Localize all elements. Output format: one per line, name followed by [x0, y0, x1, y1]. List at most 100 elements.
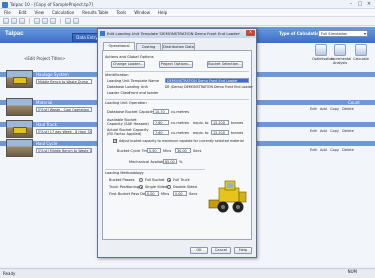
calculate-button[interactable]: Calculate: [352, 44, 370, 66]
help-button[interactable]: Help: [234, 247, 252, 254]
db-bucket-cap-input[interactable]: 10.70: [153, 109, 169, 114]
tab-costing-data[interactable]: Costing Data: [136, 43, 161, 55]
haul-cycle-add-button[interactable]: Add: [320, 148, 327, 152]
haul-cycle-label: Haul Cycle: [36, 141, 58, 146]
double-sided-radio[interactable]: [167, 185, 171, 189]
material-delete-button[interactable]: Delete: [342, 107, 354, 111]
haul-truck-add-button[interactable]: Add: [320, 129, 327, 133]
menu-window[interactable]: Window: [134, 10, 150, 15]
avail-tonnes-input[interactable]: 15.200: [211, 120, 229, 125]
cycle-time-secs-units: Secs: [193, 149, 202, 153]
menu-file[interactable]: File: [4, 10, 11, 15]
window-title: Talpac 10 - [Copy of SampleProject.tp7]: [10, 1, 93, 7]
loader-class-label: Loader Class: [107, 91, 130, 95]
haul-cycle-delete-button[interactable]: Delete: [342, 148, 354, 152]
mech-avail-units: %: [179, 160, 183, 164]
db-loader-label: Database Loading Unit: [107, 85, 148, 89]
menu-calculation[interactable]: Calculation: [52, 10, 74, 15]
help-icon[interactable]: [73, 18, 79, 24]
haul-truck-edit-button[interactable]: Edit: [310, 129, 317, 133]
actual-bucket-units: cu.metres: [171, 131, 189, 135]
haul-cycle-actions: Edit Add Copy Delete: [310, 148, 354, 152]
close-button[interactable]: ×: [365, 1, 373, 7]
material-add-button[interactable]: Add: [320, 107, 327, 111]
actual-bucket-input[interactable]: 7.60: [153, 130, 169, 135]
menu-tools[interactable]: Tools: [116, 10, 126, 15]
first-pass-mins-units: Mins: [161, 192, 170, 196]
haul-truck-copy-button[interactable]: Copy: [330, 129, 339, 133]
cycle-time-mins-input[interactable]: 5.50: [147, 148, 161, 153]
db-bucket-cap-units: cu.metres: [171, 110, 189, 114]
avail-bucket-input[interactable]: 7.60: [153, 120, 169, 125]
double-sided-label: Double Sided: [173, 185, 197, 189]
menu-edit[interactable]: Edit: [19, 10, 27, 15]
count-label: Count: [348, 100, 360, 105]
avail-bucket-label: Available Bucket Capacity (SAE Heaped): [107, 118, 149, 126]
dialog-close-button[interactable]: ×: [246, 30, 255, 36]
bucket-selection-button[interactable]: Bucket Selection...: [207, 61, 243, 68]
change-loader-button[interactable]: Change Loader...: [111, 61, 145, 68]
haul-truck-label: Haul Truck: [36, 122, 57, 127]
single-sided-radio[interactable]: [139, 185, 143, 189]
open-icon[interactable]: [11, 18, 17, 24]
haul-cycle-copy-button[interactable]: Copy: [330, 148, 339, 152]
haul-cycle-field[interactable]: [F/Lst] Middle Bench to Waste Dump: [36, 148, 92, 153]
divider: [105, 169, 205, 170]
methodology-group-label: Loading Methodology: [105, 171, 144, 175]
menu-results-table[interactable]: Results Table: [82, 10, 108, 15]
incremental-analysis-icon: [334, 44, 346, 56]
ok-button[interactable]: OK: [190, 247, 208, 254]
status-text: Ready: [3, 271, 16, 276]
adjust-bucket-checkbox[interactable]: ✓: [113, 139, 117, 143]
first-pass-secs-input[interactable]: 0.00: [173, 191, 187, 196]
maximize-button[interactable]: □: [356, 1, 364, 7]
menu-help[interactable]: Help: [158, 10, 167, 15]
haul-cycle-image: [6, 139, 33, 157]
project-options-button[interactable]: Project Options...: [159, 61, 193, 68]
tab-operational-data[interactable]: Operational Data: [103, 42, 135, 54]
full-truck-radio[interactable]: [167, 178, 171, 182]
loader-class-value: Front end loader: [129, 91, 159, 95]
haulage-field[interactable]: Middle Bench to Waste Dump: [36, 79, 92, 84]
cycle-time-mins-units: Mins: [163, 149, 172, 153]
actual-tonnes-input[interactable]: 15.200: [211, 130, 229, 135]
optimisation-button[interactable]: Optimisation: [312, 44, 334, 66]
minimize-button[interactable]: –: [347, 1, 355, 7]
app-icon: [2, 1, 8, 8]
cut-icon[interactable]: [34, 18, 40, 24]
identification-label: Identification: [105, 73, 129, 77]
num-lock-indicator: NUM: [347, 269, 357, 274]
copy-icon[interactable]: [42, 18, 48, 24]
calc-type-select[interactable]: Full Simulation: [318, 30, 368, 37]
full-bucket-radio[interactable]: [139, 178, 143, 182]
tab-distribution-data[interactable]: Distribution Data: [162, 43, 195, 50]
haul-truck-field[interactable]: [F/Lst] 17 day Week - 8 Hour Shift: [36, 129, 92, 134]
haul-truck-delete-button[interactable]: Delete: [342, 129, 354, 133]
dialog-title-bar: Edit Loading Unit Template 'DEMONSTRATIO…: [98, 29, 256, 38]
first-pass-mins-input[interactable]: 0.00: [145, 191, 159, 196]
adjust-bucket-label: Adjust bucket capacity to maximum capabl…: [119, 139, 244, 143]
bucket-passes-label: Bucket Passes: [109, 178, 135, 182]
loader-name-input[interactable]: DEMONSTRATION Demo Front End Loader: [165, 78, 249, 83]
cycle-time-secs-input[interactable]: 30.00: [175, 148, 191, 153]
edit-loading-unit-dialog: Edit Loading Unit Template 'DEMONSTRATIO…: [97, 28, 257, 258]
avail-tonnes-units: tonnes: [231, 121, 244, 125]
material-field[interactable]: [F/Lst] Waste - Coal Operation: [36, 107, 92, 112]
new-icon[interactable]: [3, 18, 9, 24]
save-icon[interactable]: [19, 18, 25, 24]
haul-truck-actions: Edit Add Copy Delete: [310, 129, 354, 133]
incremental-analysis-button[interactable]: Incremental Analysis: [331, 44, 351, 66]
haul-cycle-edit-button[interactable]: Edit: [310, 148, 317, 152]
haulage-image: [6, 70, 33, 88]
paste-icon[interactable]: [50, 18, 56, 24]
print-icon[interactable]: [65, 18, 71, 24]
project-title[interactable]: <Edit Project Titles>: [24, 56, 65, 61]
material-copy-button[interactable]: Copy: [330, 107, 339, 111]
full-bucket-label: Full Bucket: [145, 178, 165, 182]
toolbar-separator: [60, 18, 61, 24]
cancel-button[interactable]: Cancel: [211, 247, 231, 254]
material-edit-button[interactable]: Edit: [310, 107, 317, 111]
menu-view[interactable]: View: [34, 10, 44, 15]
mech-avail-input[interactable]: 85.00: [163, 159, 177, 164]
material-image: [6, 98, 33, 116]
